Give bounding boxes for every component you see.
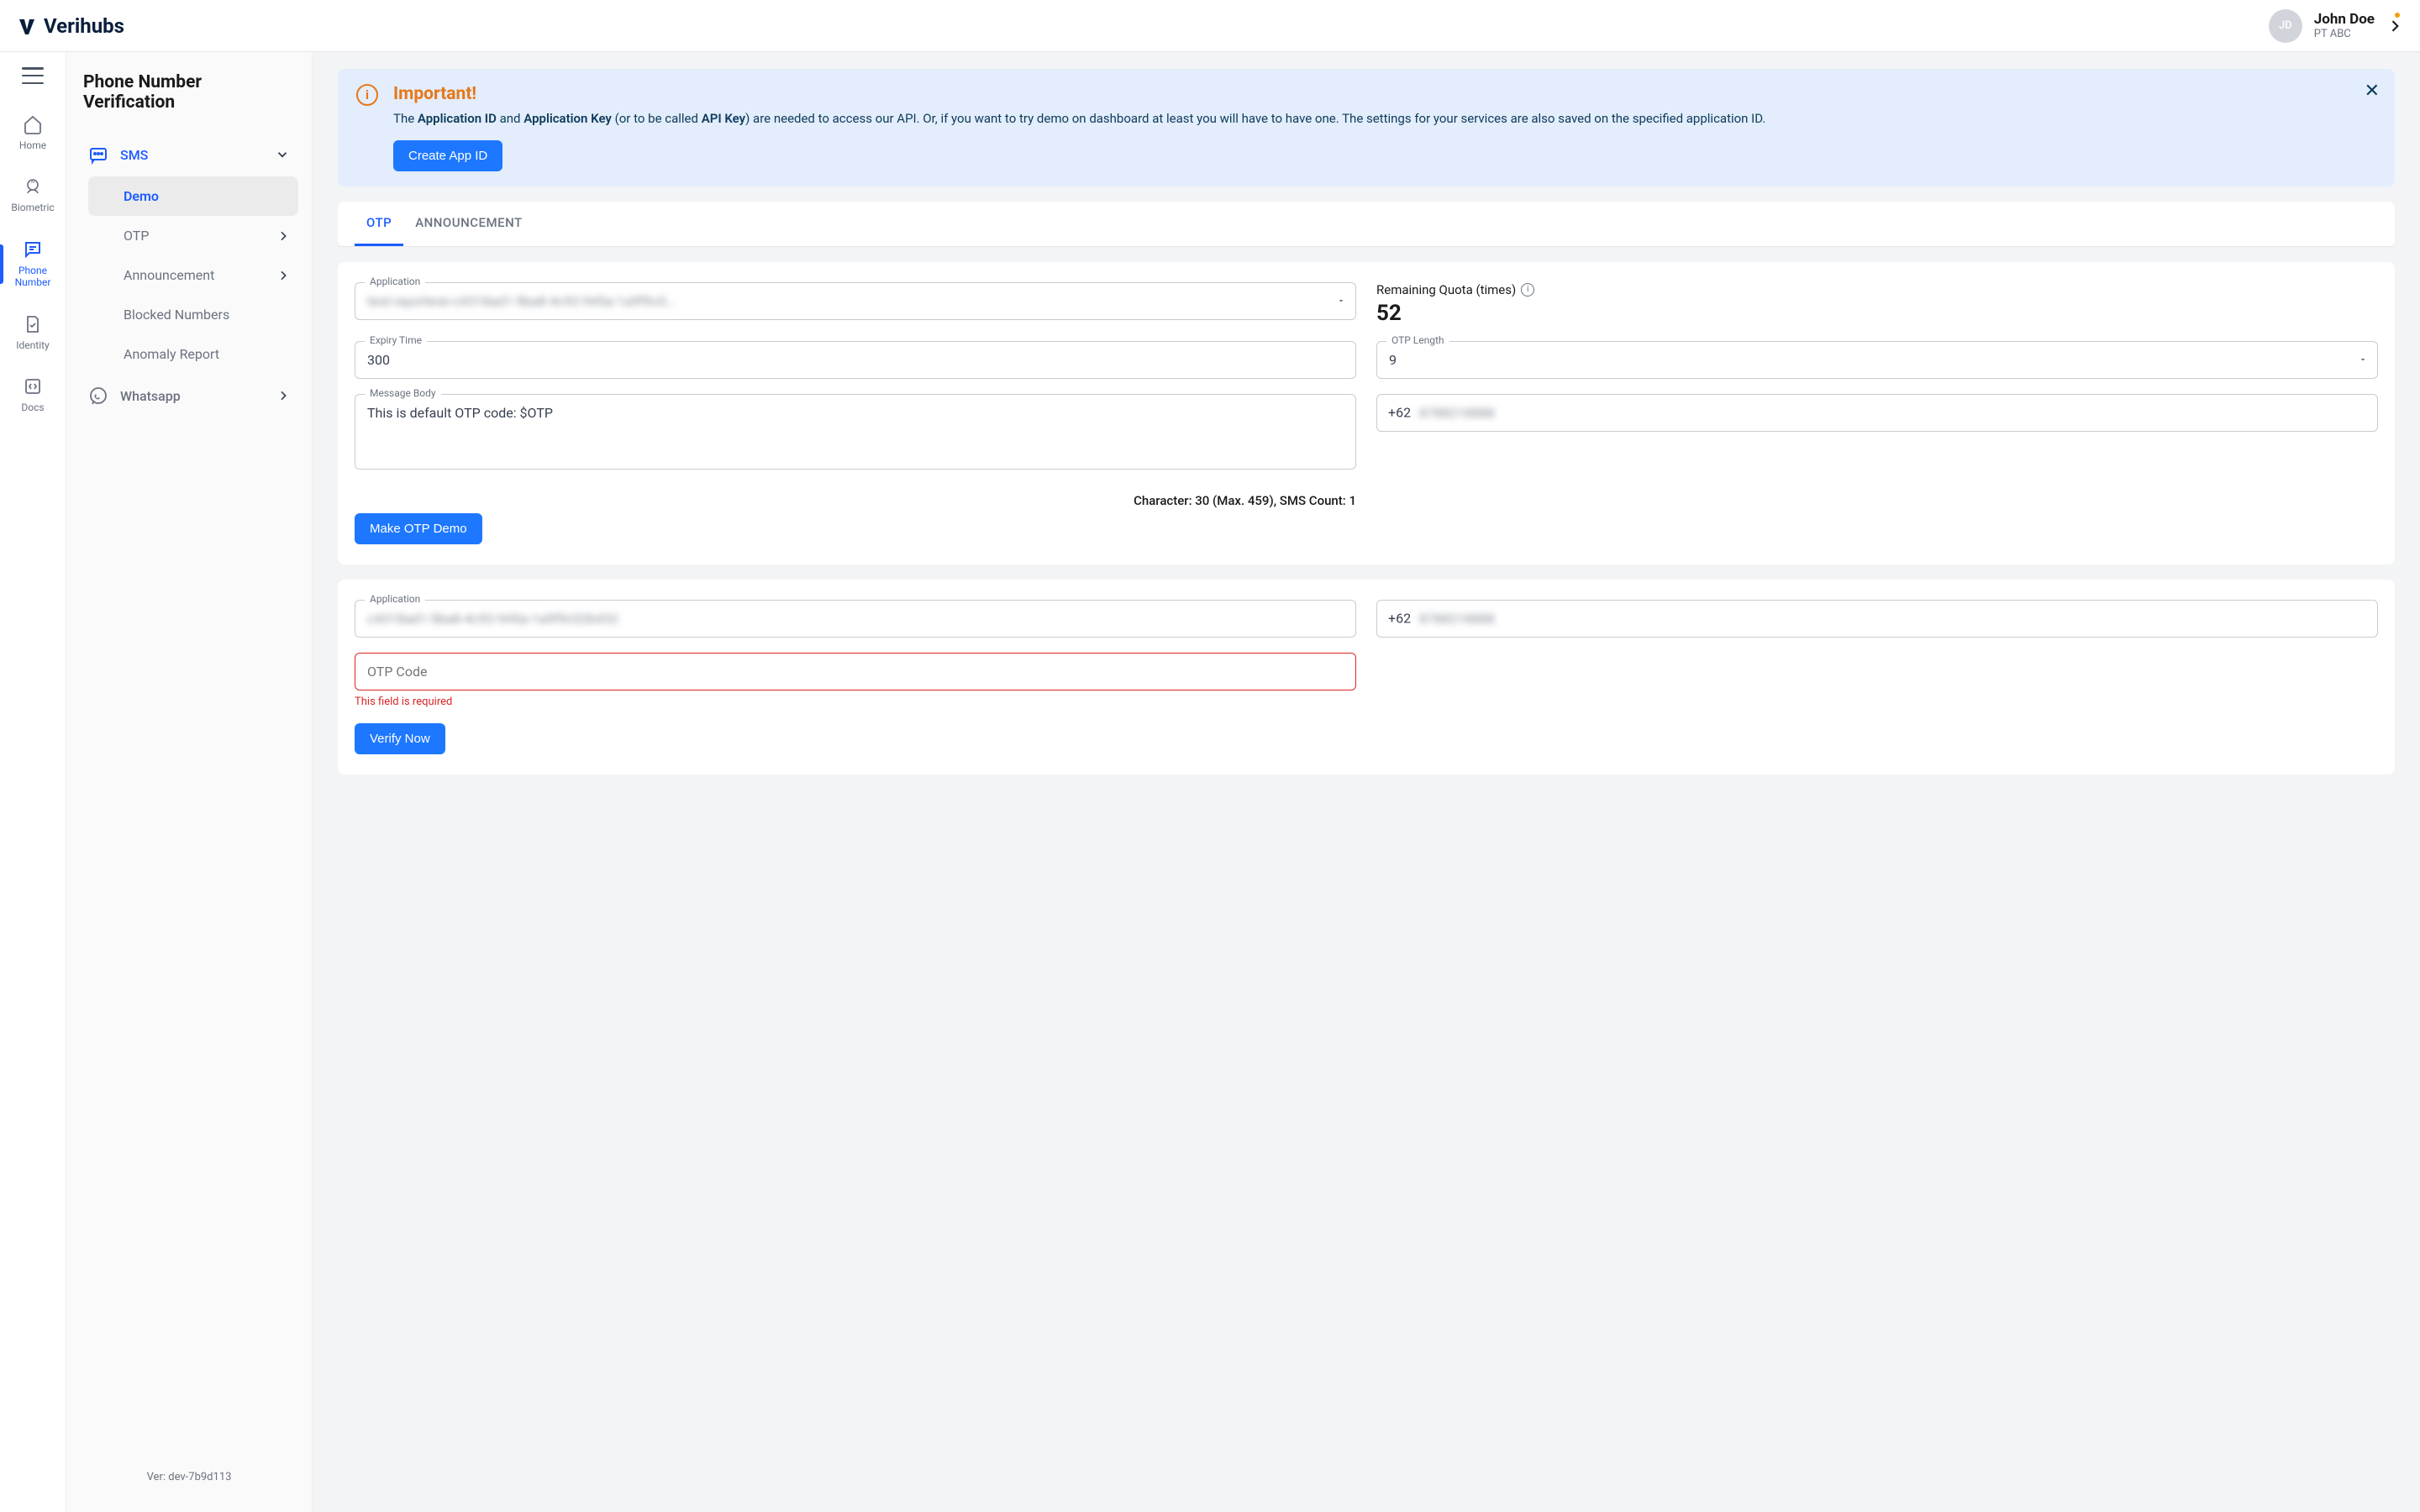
- phone-input[interactable]: 8788218888: [1376, 394, 2378, 432]
- nav-item-anomaly[interactable]: Anomaly Report: [88, 334, 298, 374]
- tab-otp[interactable]: OTP: [355, 202, 403, 246]
- message-body-input[interactable]: [355, 394, 1356, 470]
- verify-phone-prefix: +62: [1388, 611, 1411, 627]
- otp-error-message: This field is required: [355, 696, 1356, 708]
- verify-card: Application c4318ad1-5ba8-4c92-945a-1a9f…: [338, 580, 2395, 774]
- application-label: Application: [365, 276, 425, 287]
- user-name: John Doe: [2314, 11, 2375, 28]
- user-company: PT ABC: [2314, 28, 2375, 40]
- nav-item-announcement[interactable]: Announcement: [88, 255, 298, 295]
- chevron-down-icon: [275, 147, 290, 162]
- rail-item-identity[interactable]: Identity: [0, 311, 66, 354]
- verify-now-button[interactable]: Verify Now: [355, 723, 445, 754]
- info-icon: i: [356, 84, 378, 106]
- avatar: JD: [2269, 9, 2302, 43]
- message-body-label: Message Body: [365, 387, 441, 399]
- rail-item-docs[interactable]: Docs: [0, 373, 66, 417]
- verify-application-label: Application: [365, 593, 425, 605]
- version-text: Ver: dev-7b9d113: [80, 1462, 298, 1492]
- whatsapp-icon: [88, 386, 108, 406]
- svg-text:AI: AI: [31, 180, 35, 185]
- alert-body: The Application ID and Application Key (…: [393, 109, 2376, 129]
- make-otp-demo-button[interactable]: Make OTP Demo: [355, 513, 482, 544]
- chevron-right-icon: [276, 229, 290, 243]
- verify-phone-input[interactable]: 8788218888: [1376, 600, 2378, 638]
- face-icon: AI: [23, 176, 43, 197]
- nav-group-sms[interactable]: SMS: [80, 133, 298, 176]
- rail-item-home[interactable]: Home: [0, 111, 66, 155]
- chevron-right-icon: [2386, 18, 2403, 34]
- quota-value: 52: [1376, 301, 2378, 326]
- menu-toggle[interactable]: [22, 67, 44, 84]
- sidebar: Phone Number Verification SMS Demo OTP A…: [66, 52, 313, 1512]
- main-content: i Important! The Application ID and Appl…: [313, 52, 2420, 1512]
- application-select[interactable]: test-rayorlene-c4318ad1-5ba8-4c92-945a-1…: [355, 282, 1356, 320]
- home-icon: [23, 114, 43, 134]
- nav-item-demo[interactable]: Demo: [88, 176, 298, 216]
- brand-mark-icon: [17, 16, 37, 36]
- alert-title: Important!: [393, 84, 2376, 104]
- quota-label: Remaining Quota (times) i: [1376, 282, 2378, 297]
- info-icon[interactable]: i: [1521, 283, 1534, 297]
- message-icon: [23, 239, 43, 260]
- otp-code-input[interactable]: [355, 653, 1356, 690]
- rail-item-phone[interactable]: Phone Number: [0, 236, 66, 292]
- verify-application-input[interactable]: c4318ad1-5ba8-4c92-945a-1a9f9c02b432: [355, 600, 1356, 638]
- otp-form-card: Application test-rayorlene-c4318ad1-5ba8…: [338, 262, 2395, 564]
- notification-dot-icon: [2395, 13, 2400, 18]
- brand-logo: Verihubs: [17, 14, 124, 38]
- nav-item-blocked[interactable]: Blocked Numbers: [88, 295, 298, 334]
- otp-length-label: OTP Length: [1386, 334, 1449, 346]
- phone-prefix: +62: [1388, 405, 1411, 421]
- document-check-icon: [23, 314, 43, 334]
- important-alert: i Important! The Application ID and Appl…: [338, 69, 2395, 186]
- brand-text: Verihubs: [44, 14, 124, 38]
- nav-group-whatsapp[interactable]: Whatsapp: [80, 374, 298, 417]
- user-menu[interactable]: JD John Doe PT ABC: [2269, 9, 2403, 43]
- nav-item-otp[interactable]: OTP: [88, 216, 298, 255]
- tab-announcement[interactable]: ANNOUNCEMENT: [403, 202, 534, 246]
- close-alert-button[interactable]: ✕: [2365, 82, 2380, 101]
- expiry-input[interactable]: [355, 341, 1356, 379]
- expiry-label: Expiry Time: [365, 334, 427, 346]
- rail-item-biometric[interactable]: AI Biometric: [0, 173, 66, 217]
- chevron-right-icon: [276, 389, 290, 402]
- header: Verihubs JD John Doe PT ABC: [0, 0, 2420, 52]
- create-app-id-button[interactable]: Create App ID: [393, 140, 502, 171]
- sidebar-title: Phone Number Verification: [80, 72, 298, 113]
- chevron-right-icon: [276, 269, 290, 282]
- otp-length-select[interactable]: [1376, 341, 2378, 379]
- icon-rail: Home AI Biometric Phone Number Identity …: [0, 52, 66, 1512]
- char-count: Character: 30 (Max. 459), SMS Count: 1: [355, 493, 1356, 508]
- code-icon: [23, 376, 43, 396]
- sms-icon: [88, 144, 108, 165]
- tabs-card: OTP ANNOUNCEMENT: [338, 202, 2395, 247]
